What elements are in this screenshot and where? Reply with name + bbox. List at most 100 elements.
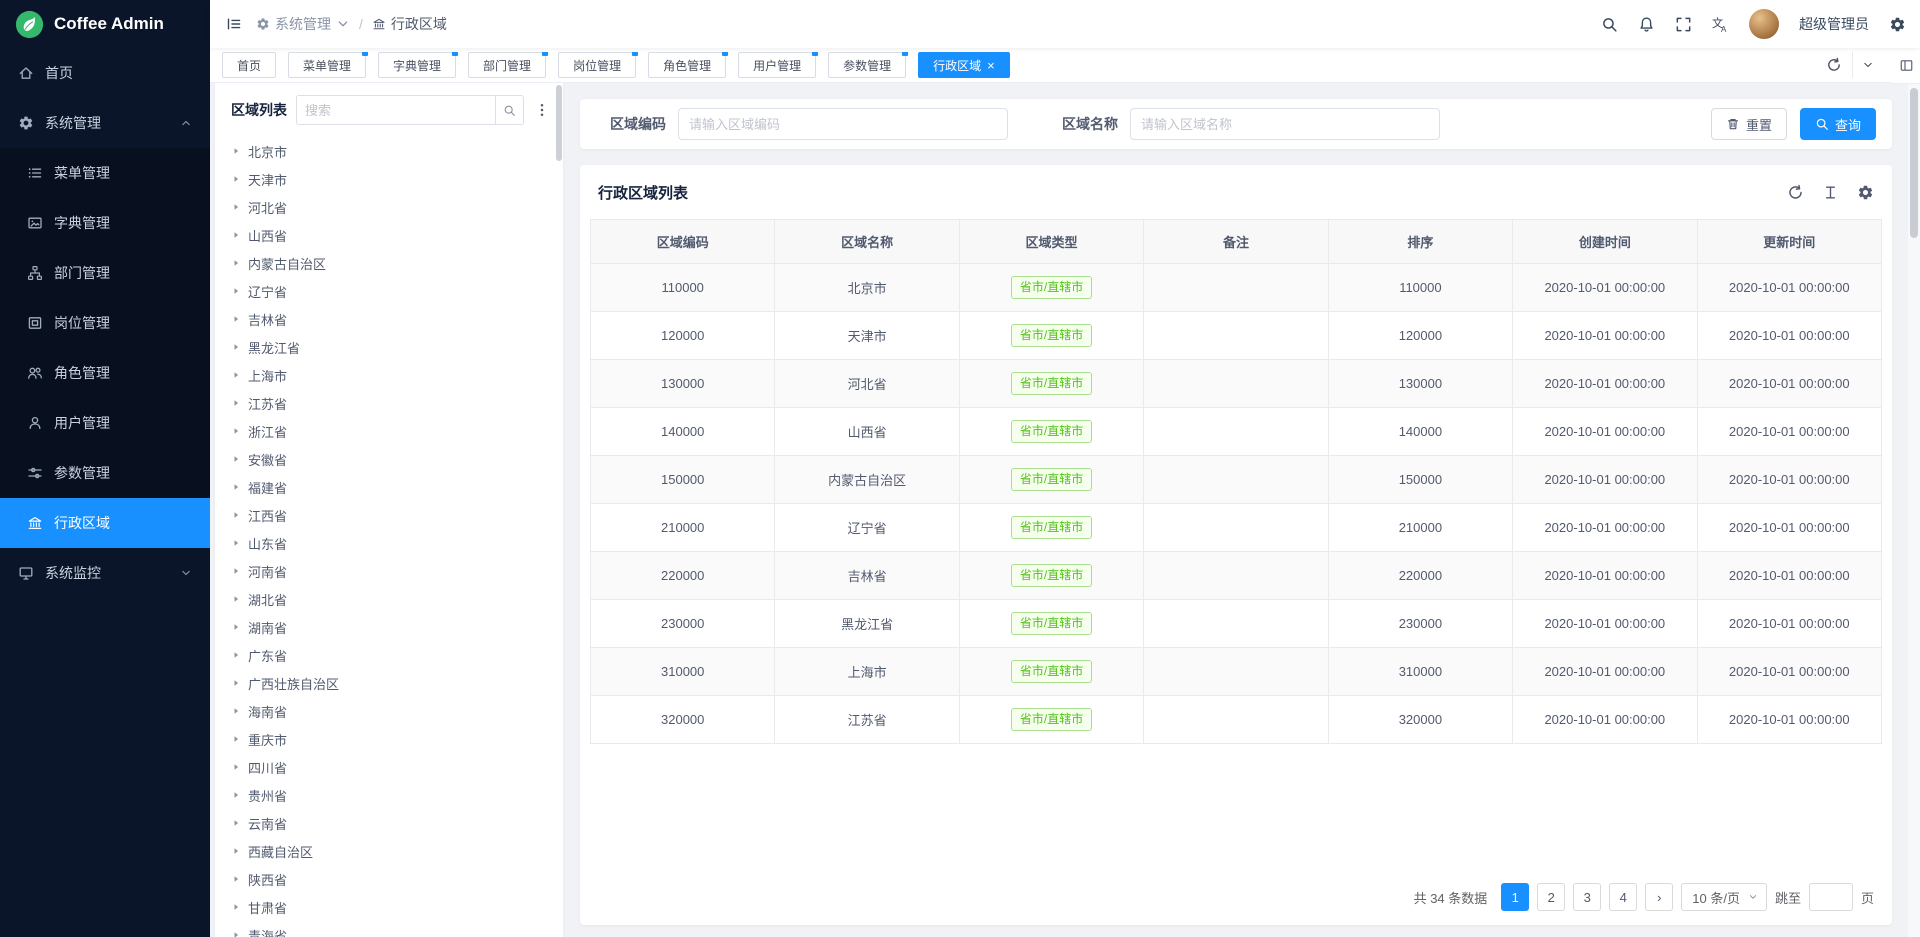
sidebar-item-dict-mgmt[interactable]: 字典管理 — [0, 198, 210, 248]
search-button[interactable]: 查询 — [1800, 108, 1876, 140]
sidebar-group-system[interactable]: 系统管理 — [0, 98, 210, 148]
brand[interactable]: Coffee Admin — [0, 0, 210, 48]
tab[interactable]: 行政区域 × — [918, 52, 1010, 78]
tree-item[interactable]: 云南省 — [215, 809, 563, 837]
table-row[interactable]: 110000 北京市 省市/直辖市 110000 2020-10-01 00:0… — [591, 264, 1882, 312]
table-row[interactable]: 310000 上海市 省市/直辖市 310000 2020-10-01 00:0… — [591, 648, 1882, 696]
avatar[interactable] — [1749, 9, 1779, 39]
tab[interactable]: 菜单管理 × — [288, 52, 366, 78]
tab[interactable]: 首页 × — [222, 52, 276, 78]
tree-item[interactable]: 青海省 — [215, 921, 563, 937]
page-scrollbar[interactable] — [1908, 84, 1920, 937]
settings-gear-icon[interactable] — [1889, 16, 1906, 33]
fullscreen-icon[interactable] — [1675, 16, 1692, 33]
page-button[interactable]: 1 — [1501, 883, 1529, 911]
caret-right-icon[interactable] — [231, 314, 241, 324]
caret-right-icon[interactable] — [231, 202, 241, 212]
column-height-icon[interactable] — [1822, 184, 1839, 201]
tree-item[interactable]: 西藏自治区 — [215, 837, 563, 865]
caret-right-icon[interactable] — [231, 734, 241, 744]
tree-item[interactable]: 湖北省 — [215, 585, 563, 613]
page-button[interactable]: 4 — [1609, 883, 1637, 911]
tree-item[interactable]: 浙江省 — [215, 417, 563, 445]
caret-right-icon[interactable] — [231, 342, 241, 352]
user-name[interactable]: 超级管理员 — [1799, 14, 1869, 34]
table-row[interactable]: 130000 河北省 省市/直辖市 130000 2020-10-01 00:0… — [591, 360, 1882, 408]
sidebar-item-param-mgmt[interactable]: 参数管理 — [0, 448, 210, 498]
sidebar-item-region[interactable]: 行政区域 — [0, 498, 210, 548]
table-row[interactable]: 220000 吉林省 省市/直辖市 220000 2020-10-01 00:0… — [591, 552, 1882, 600]
tree-item[interactable]: 山西省 — [215, 221, 563, 249]
caret-right-icon[interactable] — [231, 398, 241, 408]
tab[interactable]: 部门管理 × — [468, 52, 546, 78]
region-search-button[interactable] — [495, 96, 523, 124]
search-icon[interactable] — [1601, 16, 1618, 33]
tree-item[interactable]: 内蒙古自治区 — [215, 249, 563, 277]
caret-right-icon[interactable] — [231, 174, 241, 184]
table-row[interactable]: 210000 辽宁省 省市/直辖市 210000 2020-10-01 00:0… — [591, 504, 1882, 552]
collapse-sidebar-icon[interactable] — [226, 16, 242, 32]
tree-more-options-icon[interactable] — [533, 102, 551, 118]
refresh-icon[interactable] — [1787, 184, 1804, 201]
caret-right-icon[interactable] — [231, 622, 241, 632]
page-scrollbar-thumb[interactable] — [1910, 88, 1918, 238]
caret-right-icon[interactable] — [231, 482, 241, 492]
caret-right-icon[interactable] — [231, 566, 241, 576]
next-page-button[interactable]: › — [1645, 883, 1673, 911]
caret-right-icon[interactable] — [231, 594, 241, 604]
reset-button[interactable]: 重置 — [1711, 108, 1787, 140]
sidebar-item-menu-mgmt[interactable]: 菜单管理 — [0, 148, 210, 198]
tab[interactable]: 角色管理 × — [648, 52, 726, 78]
tab[interactable]: 岗位管理 × — [558, 52, 636, 78]
region-search-input[interactable] — [297, 96, 495, 124]
caret-right-icon[interactable] — [231, 230, 241, 240]
table-row[interactable]: 150000 内蒙古自治区 省市/直辖市 150000 2020-10-01 0… — [591, 456, 1882, 504]
tab-options-chevron-icon[interactable] — [1852, 52, 1882, 78]
tree-item[interactable]: 北京市 — [215, 137, 563, 165]
table-settings-gear-icon[interactable] — [1857, 184, 1874, 201]
tree-item[interactable]: 甘肃省 — [215, 893, 563, 921]
caret-right-icon[interactable] — [231, 426, 241, 436]
tree-item[interactable]: 黑龙江省 — [215, 333, 563, 361]
translate-icon[interactable] — [1712, 16, 1729, 33]
table-row[interactable]: 230000 黑龙江省 省市/直辖市 230000 2020-10-01 00:… — [591, 600, 1882, 648]
caret-right-icon[interactable] — [231, 902, 241, 912]
region-code-input[interactable] — [678, 108, 1008, 140]
region-name-input[interactable] — [1130, 108, 1440, 140]
tree-scrollbar-thumb[interactable] — [556, 85, 562, 161]
tree-item[interactable]: 广东省 — [215, 641, 563, 669]
sidebar-item-home[interactable]: 首页 — [0, 48, 210, 98]
caret-right-icon[interactable] — [231, 538, 241, 548]
caret-right-icon[interactable] — [231, 286, 241, 296]
caret-right-icon[interactable] — [231, 846, 241, 856]
caret-right-icon[interactable] — [231, 930, 241, 937]
bell-icon[interactable] — [1638, 16, 1655, 33]
tree-item[interactable]: 安徽省 — [215, 445, 563, 473]
tree-item[interactable]: 贵州省 — [215, 781, 563, 809]
caret-right-icon[interactable] — [231, 650, 241, 660]
tree-item[interactable]: 陕西省 — [215, 865, 563, 893]
tree-item[interactable]: 河南省 — [215, 557, 563, 585]
tree-item[interactable]: 山东省 — [215, 529, 563, 557]
table-row[interactable]: 320000 江苏省 省市/直辖市 320000 2020-10-01 00:0… — [591, 696, 1882, 744]
tab[interactable]: 参数管理 × — [828, 52, 906, 78]
table-row[interactable]: 120000 天津市 省市/直辖市 120000 2020-10-01 00:0… — [591, 312, 1882, 360]
sidebar-item-dept-mgmt[interactable]: 部门管理 — [0, 248, 210, 298]
caret-right-icon[interactable] — [231, 762, 241, 772]
tree-item[interactable]: 福建省 — [215, 473, 563, 501]
sidebar-item-role-mgmt[interactable]: 角色管理 — [0, 348, 210, 398]
table-row[interactable]: 140000 山西省 省市/直辖市 140000 2020-10-01 00:0… — [591, 408, 1882, 456]
caret-right-icon[interactable] — [231, 370, 241, 380]
page-button[interactable]: 3 — [1573, 883, 1601, 911]
sidebar-item-user-mgmt[interactable]: 用户管理 — [0, 398, 210, 448]
tree-item[interactable]: 江苏省 — [215, 389, 563, 417]
tree-item[interactable]: 重庆市 — [215, 725, 563, 753]
jump-to-page-input[interactable] — [1809, 883, 1853, 911]
caret-right-icon[interactable] — [231, 258, 241, 268]
caret-right-icon[interactable] — [231, 678, 241, 688]
tree-scrollbar[interactable] — [556, 85, 562, 933]
tab[interactable]: 字典管理 × — [378, 52, 456, 78]
page-size-select[interactable]: 10 条/页 — [1681, 883, 1767, 911]
tree-item[interactable]: 吉林省 — [215, 305, 563, 333]
breadcrumb-parent[interactable]: 系统管理 — [256, 14, 350, 34]
